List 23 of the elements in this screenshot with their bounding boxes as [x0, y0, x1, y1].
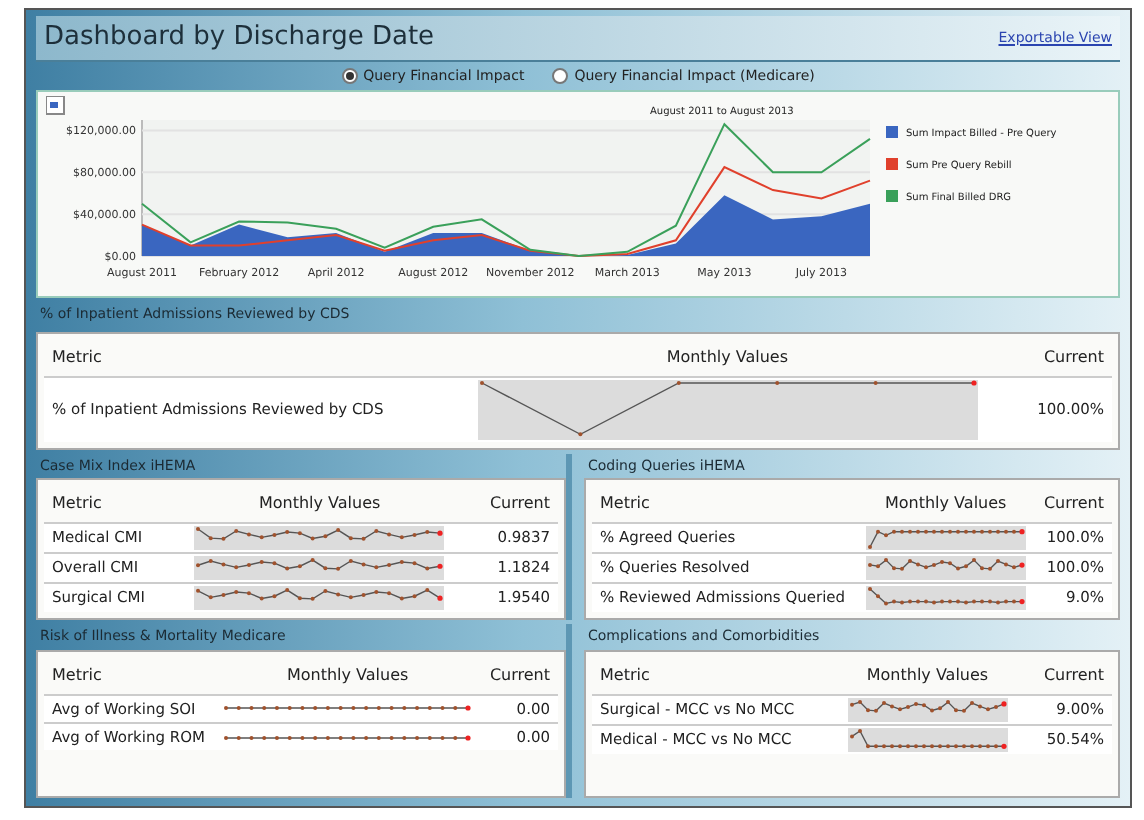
column-header: Current: [481, 657, 558, 694]
column-header: Monthly Values: [213, 657, 482, 694]
legend-swatch: [886, 190, 898, 202]
radio-button[interactable]: [552, 67, 569, 84]
column-header: Metric: [44, 339, 437, 376]
column-header: Current: [1034, 486, 1112, 523]
y-axis: [141, 119, 143, 257]
chart-options-icon[interactable]: [46, 96, 65, 115]
column-header: Current: [471, 486, 558, 523]
column-header: Monthly Values: [856, 486, 1035, 523]
column-header: Metric: [592, 486, 857, 523]
column-header: Monthly Values: [436, 339, 1019, 376]
column-header: Metric: [44, 657, 214, 694]
legend-swatch: [886, 158, 898, 170]
column-header: Current: [1026, 657, 1112, 694]
legend-swatch: [886, 126, 898, 138]
column-header: Current: [1018, 339, 1112, 376]
radio-button[interactable]: [341, 67, 358, 84]
page-title: Dashboard by Discharge Date: [44, 20, 435, 56]
column-header: Monthly Values: [168, 486, 472, 523]
column-header: Metric: [44, 486, 169, 523]
column-header: Metric: [592, 657, 829, 694]
column-header: Monthly Values: [828, 657, 1027, 694]
